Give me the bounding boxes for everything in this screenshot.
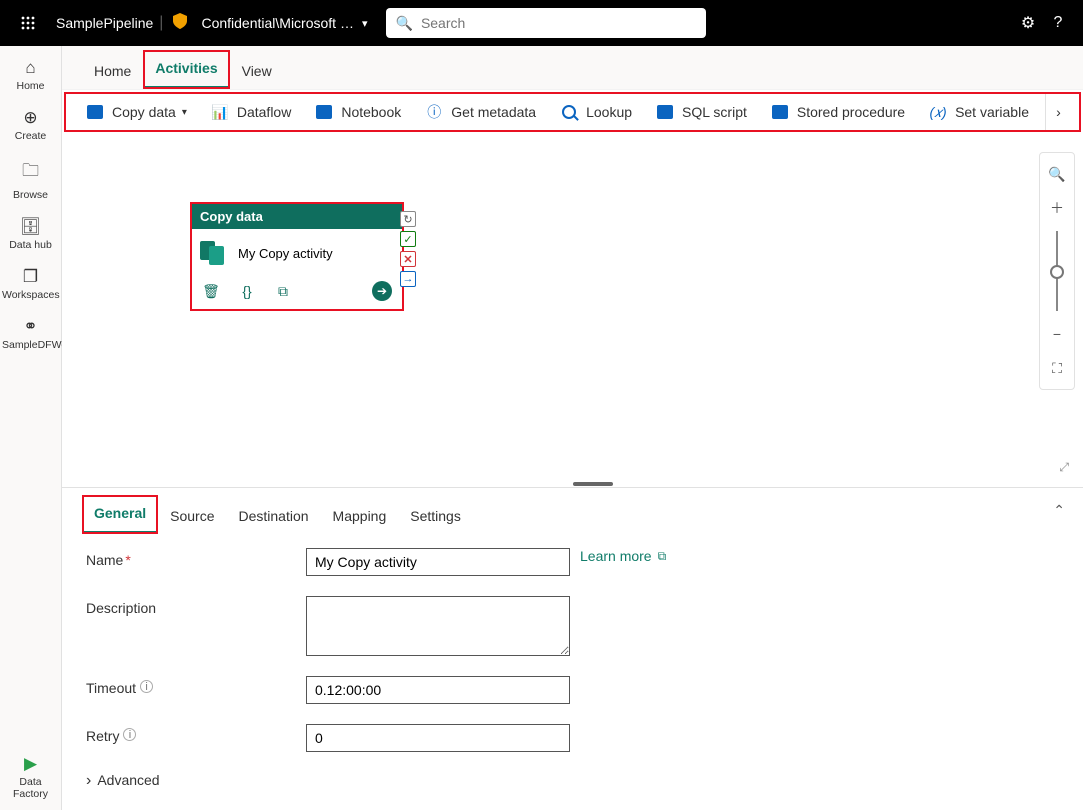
activities-ribbon: Copy data▾ 📊Dataflow Notebook ⓘGet metad… — [64, 92, 1081, 132]
database-icon: 🗄 — [0, 217, 61, 237]
app-launcher-icon[interactable] — [18, 13, 38, 33]
factory-icon: ▶ — [0, 754, 61, 774]
nav-sample-workspace[interactable]: ⚭SampleDFWorkspace — [0, 311, 61, 361]
settings-gear-icon[interactable]: ⚙ — [1013, 13, 1043, 33]
page-tabs: Home Activities View — [62, 46, 1083, 90]
code-icon[interactable]: {} — [238, 282, 256, 300]
plus-circle-icon: ⊕ — [0, 108, 61, 128]
canvas-resize-icon[interactable]: ⤢ — [1059, 460, 1069, 475]
team-icon: ⚭ — [0, 317, 61, 337]
activity-card-copy-data[interactable]: Copy data My Copy activity ↻ ✓ ✕ → 🗑 {} … — [190, 202, 404, 311]
activity-name: My Copy activity — [238, 246, 333, 261]
properties-panel: ⌃ General Source Destination Mapping Set… — [62, 487, 1083, 810]
breadcrumb-divider: | — [159, 14, 163, 32]
zoom-out-icon[interactable]: − — [1040, 317, 1074, 351]
timeout-input[interactable] — [306, 676, 570, 704]
breadcrumb-text[interactable]: Confidential\Microsoft … — [201, 15, 354, 31]
global-topbar: SamplePipeline | Confidential\Microsoft … — [0, 0, 1083, 46]
search-input[interactable] — [421, 15, 696, 31]
info-icon[interactable]: i — [140, 680, 153, 693]
pipeline-title: SamplePipeline — [56, 15, 153, 31]
ribbon-stored-procedure[interactable]: Stored procedure — [759, 94, 917, 130]
dependency-failure-icon[interactable]: ✕ — [400, 251, 416, 267]
prop-tab-settings[interactable]: Settings — [398, 498, 473, 534]
left-nav: ⌂Home ⊕Create 🗀Browse 🗄Data hub ❐Workspa… — [0, 46, 62, 810]
ribbon-set-variable[interactable]: (𝑥)Set variable — [917, 94, 1041, 130]
breadcrumb-dropdown-icon[interactable]: ▾ — [362, 17, 368, 30]
chevron-right-icon: › — [1056, 104, 1061, 120]
zoom-search-icon[interactable]: 🔍 — [1040, 157, 1074, 191]
zoom-slider[interactable] — [1056, 231, 1058, 311]
global-search[interactable]: 🔍 — [386, 8, 706, 38]
prop-tab-destination[interactable]: Destination — [227, 498, 321, 534]
ribbon-notebook[interactable]: Notebook — [303, 94, 413, 130]
panel-drag-handle[interactable] — [573, 482, 613, 486]
help-icon[interactable]: ? — [1043, 14, 1073, 32]
description-label: Description — [86, 596, 306, 616]
nav-datahub[interactable]: 🗄Data hub — [0, 211, 61, 261]
dataflow-icon: 📊 — [211, 103, 229, 121]
panel-collapse-icon[interactable]: ⌃ — [1053, 502, 1065, 519]
zoom-fit-icon[interactable]: ⛶ — [1040, 351, 1074, 385]
info-icon[interactable]: i — [123, 728, 136, 741]
delete-icon[interactable]: 🗑 — [202, 282, 220, 300]
page-tab-view[interactable]: View — [230, 53, 284, 89]
page-tab-activities[interactable]: Activities — [143, 50, 229, 89]
name-input[interactable] — [306, 548, 570, 576]
sql-script-icon — [656, 103, 674, 121]
variable-icon: (𝑥) — [929, 103, 947, 121]
canvas-zoom-toolbar: 🔍 ＋ − ⛶ — [1039, 152, 1075, 390]
lookup-icon — [560, 103, 578, 121]
copy-data-icon — [200, 241, 228, 265]
ribbon-lookup[interactable]: Lookup — [548, 94, 644, 130]
timeout-label: Timeouti — [86, 676, 306, 696]
sensitivity-shield-icon — [173, 13, 187, 34]
prop-tab-general[interactable]: General — [82, 495, 158, 534]
ribbon-dataflow[interactable]: 📊Dataflow — [199, 94, 303, 130]
nav-workspaces[interactable]: ❐Workspaces — [0, 261, 61, 311]
home-icon: ⌂ — [0, 58, 61, 78]
ribbon-scroll-right[interactable]: › — [1045, 94, 1071, 130]
nav-browse[interactable]: 🗀Browse — [0, 152, 61, 211]
zoom-slider-thumb[interactable] — [1050, 265, 1064, 279]
retry-label: Retryi — [86, 724, 306, 744]
property-tabs: General Source Destination Mapping Setti… — [62, 488, 1083, 534]
nav-create[interactable]: ⊕Create — [0, 102, 61, 152]
notebook-icon — [315, 103, 333, 121]
activity-type-label: Copy data — [192, 204, 402, 229]
ribbon-copy-data[interactable]: Copy data▾ — [74, 94, 199, 130]
dependency-success-icon[interactable]: ✓ — [400, 231, 416, 247]
run-icon[interactable]: ➔ — [372, 281, 392, 301]
learn-more-link[interactable]: Learn more⧉ — [580, 548, 666, 564]
zoom-in-icon[interactable]: ＋ — [1040, 191, 1074, 225]
name-label: Name* — [86, 548, 306, 568]
info-icon: ⓘ — [425, 103, 443, 121]
description-input[interactable] — [306, 596, 570, 656]
prop-tab-mapping[interactable]: Mapping — [321, 498, 399, 534]
ribbon-get-metadata[interactable]: ⓘGet metadata — [413, 94, 548, 130]
ribbon-sql-script[interactable]: SQL script — [644, 94, 759, 130]
workspaces-icon: ❐ — [0, 267, 61, 287]
retry-input[interactable] — [306, 724, 570, 752]
dependency-completion-icon[interactable]: ↻ — [400, 211, 416, 227]
copy-data-icon — [86, 103, 104, 121]
clone-icon[interactable]: ⧉ — [274, 282, 292, 300]
dependency-skip-icon[interactable]: → — [400, 271, 416, 287]
nav-home[interactable]: ⌂Home — [0, 52, 61, 102]
advanced-toggle[interactable]: Advanced — [86, 772, 1059, 790]
search-icon: 🔍 — [396, 15, 413, 32]
chevron-down-icon: ▾ — [182, 107, 187, 118]
stored-procedure-icon — [771, 103, 789, 121]
nav-data-factory[interactable]: ▶Data Factory — [0, 748, 61, 810]
folder-icon: 🗀 — [0, 158, 61, 187]
page-tab-home[interactable]: Home — [82, 53, 143, 89]
external-link-icon: ⧉ — [658, 549, 667, 564]
pipeline-canvas[interactable]: Copy data My Copy activity ↻ ✓ ✕ → 🗑 {} … — [62, 132, 1083, 487]
prop-tab-source[interactable]: Source — [158, 498, 226, 534]
